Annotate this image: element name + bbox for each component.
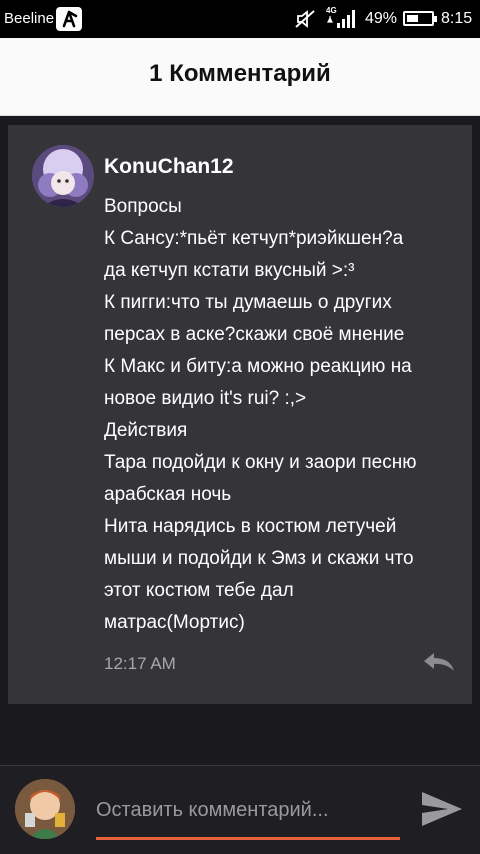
battery-level: [407, 15, 419, 22]
comment-line: мыши и подойди к Эмз и скажи что: [104, 548, 414, 569]
status-bar: Beeline 4G 49% 8:15: [0, 0, 480, 38]
mute-icon: [294, 9, 316, 34]
comment-card: KonuChan12 Вопросы К Сансу:*пьёт кетчуп*…: [8, 125, 472, 704]
comment-line: Действия: [104, 420, 188, 441]
comment-username[interactable]: KonuChan12: [104, 155, 234, 179]
user-avatar[interactable]: [15, 779, 75, 839]
avatar[interactable]: [32, 145, 94, 207]
comment-line: персах в аске?скажи своё мнение: [104, 324, 405, 345]
comment-line: новое видио it's rui? :,>: [104, 388, 307, 409]
comment-line: арабская ночь: [104, 484, 232, 505]
battery-icon: [403, 11, 437, 26]
comment-line: К Макс и биту:а можно реакцию на: [104, 356, 412, 377]
comment-body: Вопросы К Сансу:*пьёт кетчуп*риэйкшен?а …: [104, 191, 466, 639]
comment-line: К пигги:что ты думаешь о других: [104, 292, 392, 313]
signal-icon: 4G: [324, 6, 358, 37]
battery-percent: 49%: [365, 10, 398, 27]
comment-input[interactable]: [96, 790, 400, 840]
carrier-name: Beeline: [4, 10, 55, 27]
comment-line: Тара подойди к окну и заори песню: [104, 452, 417, 473]
comment-composer: [0, 765, 480, 854]
page-title: 1 Комментарий: [149, 60, 331, 87]
send-icon[interactable]: [420, 788, 464, 830]
clock: 8:15: [441, 10, 473, 27]
comment-line: да кетчуп кстати вкусный >:³: [104, 260, 355, 281]
comment-line: Вопросы: [104, 196, 182, 217]
comments-header: 1 Комментарий: [0, 38, 480, 116]
comment-line: Нита нарядись в костюм летучей: [104, 516, 397, 537]
comment-line: этот костюм тебе дал: [104, 580, 294, 601]
comment-line: К Сансу:*пьёт кетчуп*риэйкшен?а: [104, 228, 404, 249]
network-type: 4G: [326, 6, 337, 15]
reply-icon[interactable]: [422, 651, 456, 673]
comment-line: матрас(Мортис): [104, 612, 245, 633]
app-badge-icon: [56, 7, 82, 31]
comment-timestamp: 12:17 AM: [104, 654, 176, 673]
